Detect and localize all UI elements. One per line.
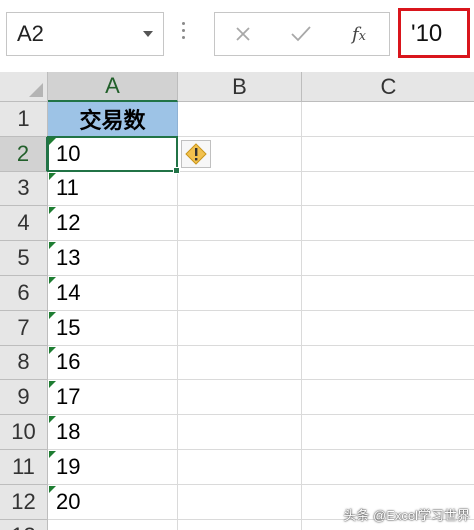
cancel-button[interactable] — [227, 19, 259, 49]
cell-c9[interactable] — [302, 380, 474, 416]
cell-b5[interactable] — [178, 241, 302, 276]
cell-b11[interactable] — [178, 450, 302, 485]
cell-value: 11 — [56, 175, 79, 201]
drag-handle-icon[interactable] — [182, 22, 186, 46]
cell-b10[interactable] — [178, 415, 302, 450]
cell-value: 10 — [56, 140, 81, 166]
cell-a8[interactable]: 16 — [48, 345, 178, 381]
cell-b12[interactable] — [178, 484, 302, 520]
cell-value: 20 — [56, 488, 81, 514]
number-as-text-indicator-icon — [49, 416, 56, 424]
row-header-11[interactable]: 11 — [0, 450, 48, 485]
cell-a11[interactable]: 19 — [48, 450, 178, 485]
cell-value: 13 — [56, 245, 81, 271]
number-as-text-indicator-icon — [49, 451, 56, 458]
number-as-text-indicator-icon — [49, 311, 56, 319]
cell-a12[interactable]: 20 — [48, 484, 178, 520]
column-header-c[interactable]: C — [302, 72, 474, 102]
cell-c6[interactable] — [302, 276, 474, 311]
number-as-text-indicator-icon — [49, 277, 56, 284]
cell-b8[interactable] — [178, 345, 302, 381]
row-header-3[interactable]: 3 — [0, 171, 48, 207]
cell-b3[interactable] — [178, 171, 302, 207]
cell-a4[interactable]: 12 — [48, 206, 178, 242]
close-icon — [236, 27, 250, 41]
cell-c7[interactable] — [302, 310, 474, 346]
row-header-4[interactable]: 4 — [0, 206, 48, 242]
row-header-8[interactable]: 8 — [0, 345, 48, 381]
cell-value: 16 — [56, 349, 81, 375]
row-header-5[interactable]: 5 — [0, 241, 48, 276]
row-header-9[interactable]: 9 — [0, 380, 48, 416]
name-box[interactable]: A2 — [6, 12, 164, 56]
cell-b13[interactable] — [178, 519, 302, 530]
number-as-text-indicator-icon — [49, 485, 56, 493]
cell-b4[interactable] — [178, 206, 302, 242]
cell-a3[interactable]: 11 — [48, 171, 178, 207]
cell-c2[interactable] — [302, 136, 474, 172]
cell-value: 17 — [56, 384, 81, 410]
insert-function-button[interactable]: fx — [343, 19, 375, 49]
watermark: 头条 @Excel学习世界 — [343, 508, 470, 523]
checkmark-icon — [291, 26, 311, 42]
cell-a10[interactable]: 18 — [48, 415, 178, 450]
row-header-2[interactable]: 2 — [0, 136, 48, 172]
cell-value: 19 — [56, 453, 81, 479]
number-as-text-indicator-icon — [49, 172, 56, 180]
row-header-10[interactable]: 10 — [0, 415, 48, 450]
cell-b7[interactable] — [178, 310, 302, 346]
row-header-7[interactable]: 7 — [0, 310, 48, 346]
warning-icon — [185, 143, 207, 165]
cell-value: 交易数 — [79, 107, 146, 133]
cell-c3[interactable] — [302, 171, 474, 207]
cell-c11[interactable] — [302, 450, 474, 485]
error-warning-button[interactable] — [181, 139, 211, 168]
cell-c10[interactable] — [302, 415, 474, 450]
row-header-13[interactable]: 13 — [0, 519, 48, 530]
row-header-6[interactable]: 6 — [0, 276, 48, 311]
number-as-text-indicator-icon — [49, 242, 56, 250]
fx-icon: fx — [351, 23, 366, 45]
formula-buttons: fx — [214, 12, 390, 56]
column-header-a[interactable]: A — [48, 72, 178, 102]
enter-button[interactable] — [285, 19, 317, 49]
cell-value: 18 — [56, 419, 81, 445]
name-box-value: A2 — [17, 21, 44, 46]
cell-a7[interactable]: 15 — [48, 310, 178, 346]
column-header-b[interactable]: B — [178, 72, 302, 102]
cell-b9[interactable] — [178, 380, 302, 416]
select-all-button[interactable] — [0, 72, 48, 102]
row-header-12[interactable]: 12 — [0, 484, 48, 520]
number-as-text-indicator-icon — [49, 346, 56, 354]
cell-a1[interactable]: 交易数 — [48, 102, 178, 137]
cell-b1[interactable] — [178, 102, 302, 137]
chevron-down-icon[interactable] — [143, 31, 153, 37]
number-as-text-indicator-icon — [49, 137, 56, 145]
cell-b6[interactable] — [178, 276, 302, 311]
fill-handle[interactable] — [173, 166, 180, 174]
formula-input-value: '10 — [411, 20, 443, 47]
cell-a9[interactable]: 17 — [48, 380, 178, 416]
row-header-1[interactable]: 1 — [0, 102, 48, 137]
cell-a6[interactable]: 14 — [48, 276, 178, 311]
cell-a5[interactable]: 13 — [48, 241, 178, 276]
cell-a13[interactable] — [48, 519, 178, 530]
number-as-text-indicator-icon — [49, 381, 56, 389]
cell-c8[interactable] — [302, 345, 474, 381]
number-as-text-indicator-icon — [49, 207, 56, 215]
cell-value: 12 — [56, 210, 81, 236]
cell-c1[interactable] — [302, 102, 474, 137]
select-all-triangle-icon — [29, 83, 43, 97]
worksheet-grid: A B C 1 交易数 2 10 3 11 4 12 5 13 6 14 7 15 8 16 9 17 10 18 11 19 1… — [0, 72, 474, 530]
formula-bar-area: A2 fx '10 — [0, 0, 474, 72]
formula-input[interactable]: '10 — [398, 8, 470, 58]
cell-c5[interactable] — [302, 241, 474, 276]
cell-value: 14 — [56, 279, 81, 305]
cell-c4[interactable] — [302, 206, 474, 242]
cell-a2[interactable]: 10 — [48, 136, 178, 172]
cell-value: 15 — [56, 314, 81, 340]
